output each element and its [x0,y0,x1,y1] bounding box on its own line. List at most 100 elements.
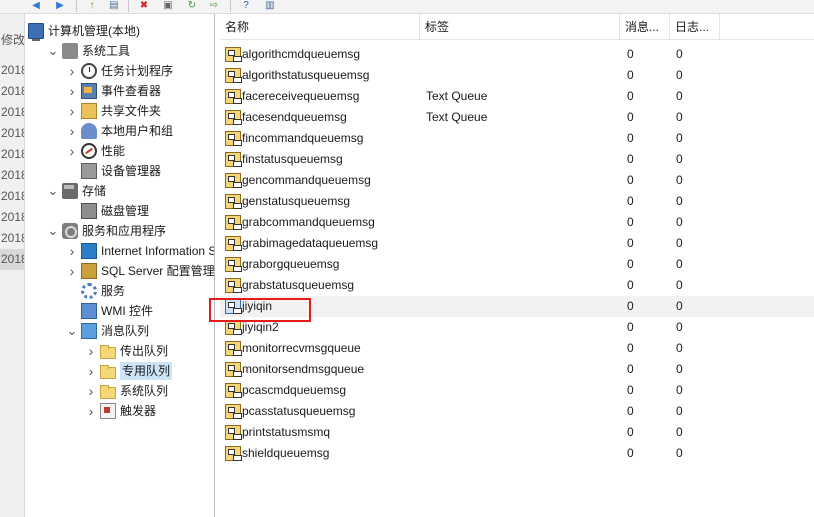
tree-node[interactable]: 磁盘管理 [66,201,149,221]
delete-icon[interactable]: ✖ [136,0,152,12]
column-header-name[interactable]: 名称 [220,14,420,40]
back-arrow-icon[interactable]: ◀ [28,0,44,12]
tree-node[interactable]: › 系统队列 [85,381,168,401]
tree-node[interactable]: › SQL Server 配置管理器 [66,261,214,281]
queue-row[interactable]: graborgqueuemsg 0 0 [220,254,814,275]
chevron-right-icon[interactable]: › [66,63,78,79]
queue-row[interactable]: pcascmdqueuemsg 0 0 [220,380,814,401]
queue-row[interactable]: facesendqueuemsg Text Queue 0 0 [220,107,814,128]
chevron-right-icon[interactable]: › [85,403,97,419]
tree-node[interactable]: › 事件查看器 [66,81,161,101]
queue-label [426,65,616,86]
queue-row[interactable]: grabcommandqueuemsg 0 0 [220,212,814,233]
column-header-label[interactable]: 标签 [420,14,620,40]
partial-date-cell: 2018 [1,126,24,140]
tree-node-label: 性能 [101,144,126,158]
queue-row[interactable]: facereceivequeuemsg Text Queue 0 0 [220,86,814,107]
tree-node-label: 传出队列 [120,344,169,358]
tree-node[interactable]: › Internet Information Services (IIS)管理器 [66,241,214,261]
properties-icon[interactable]: ▣ [160,0,176,12]
journal-count: 0 [676,89,683,103]
tree-node[interactable]: ⌄ 存储 [47,181,106,201]
tree-node[interactable]: › 传出队列 [85,341,168,361]
chevron-right-icon[interactable]: › [66,143,78,159]
tree-node-label: 存储 [82,184,107,198]
message-count: 0 [627,446,634,460]
chevron-right-icon[interactable]: › [85,343,97,359]
tree-node[interactable]: 设备管理器 [66,161,161,181]
performance-icon [81,143,97,159]
tree-node[interactable]: › 共享文件夹 [66,101,161,121]
tree-node[interactable]: › 专用队列 [85,361,173,381]
chevron-down-icon[interactable]: ⌄ [66,324,78,337]
queue-label [426,233,616,254]
queue-row[interactable]: pcasstatusqueuemsg 0 0 [220,401,814,422]
queue-name: genstatusqueuemsg [242,194,351,208]
queue-row[interactable]: genstatusqueuemsg 0 0 [220,191,814,212]
queue-row[interactable]: printstatusmsmq 0 0 [220,422,814,443]
tree-node[interactable]: ⌄ 服务和应用程序 [47,221,166,241]
trigger-icon [100,403,116,419]
queue-icon [225,236,242,251]
queue-name: gencommandqueuemsg [242,173,371,187]
show-action-pane-icon[interactable]: ▥ [262,0,278,12]
queue-row[interactable]: algorithcmdqueuemsg 0 0 [220,44,814,65]
chevron-down-icon[interactable]: ⌄ [47,224,59,237]
tree-node[interactable]: › 任务计划程序 [66,61,173,81]
tree-node[interactable]: › 触发器 [85,401,156,421]
queue-row[interactable]: jiyiqin2 0 0 [220,317,814,338]
column-header-journal[interactable]: 日志... [670,14,720,40]
up-folder-icon[interactable]: ↑ [84,0,100,12]
refresh-icon[interactable]: ↻ [184,0,200,12]
queue-icon [225,425,242,440]
queue-row[interactable]: shieldqueuemsg 0 0 [220,443,814,464]
tree-node[interactable]: 服务 [66,281,125,301]
queue-row[interactable]: finstatusqueuemsg 0 0 [220,149,814,170]
queue-row[interactable]: grabimagedataqueuemsg 0 0 [220,233,814,254]
tree-node[interactable]: ⌄ 系统工具 [47,41,130,61]
message-count: 0 [627,89,634,103]
tree-node[interactable]: WMI 控件 [66,301,153,321]
tree-node-label: 任务计划程序 [101,64,174,78]
queue-row[interactable]: algorithstatusqueuemsg 0 0 [220,65,814,86]
message-count: 0 [627,341,634,355]
computer-icon [28,23,44,41]
forward-arrow-icon[interactable]: ▶ [52,0,68,12]
tree-node[interactable]: ⌄ 消息队列 [66,321,149,341]
column-header-messages[interactable]: 消息... [620,14,670,40]
queue-row[interactable]: jiyiqin 0 0 [220,296,814,317]
chevron-down-icon[interactable]: ⌄ [47,44,59,57]
event-viewer-icon [81,83,97,99]
chevron-right-icon[interactable]: › [85,363,97,379]
message-count: 0 [627,362,634,376]
toolbar-separator [128,0,129,12]
queue-row[interactable]: grabstatusqueuemsg 0 0 [220,275,814,296]
queue-label [426,296,616,317]
journal-count: 0 [676,425,683,439]
queue-icon [225,446,242,461]
export-list-icon[interactable]: ⇨ [206,0,222,12]
queue-icon [225,404,242,419]
chevron-right-icon[interactable]: › [66,243,78,259]
chevron-down-icon[interactable]: ⌄ [47,184,59,197]
queue-row[interactable]: gencommandqueuemsg 0 0 [220,170,814,191]
queue-row[interactable]: fincommandqueuemsg 0 0 [220,128,814,149]
tree-node[interactable]: › 性能 [66,141,125,161]
show-hide-tree-icon[interactable]: ▤ [106,0,122,12]
chevron-right-icon[interactable]: › [85,383,97,399]
chevron-right-icon[interactable]: › [66,263,78,279]
chevron-right-icon[interactable]: › [66,123,78,139]
tree-node[interactable]: › 本地用户和组 [66,121,173,141]
message-count: 0 [627,131,634,145]
queue-name: grabcommandqueuemsg [242,215,375,229]
wmi-icon [81,303,97,319]
tree-node[interactable]: 计算机管理(本地) [28,21,140,41]
queue-row[interactable]: monitorrecvmsgqueue 0 0 [220,338,814,359]
queue-name: monitorsendmsgqueue [242,362,365,376]
chevron-right-icon[interactable]: › [66,103,78,119]
queue-name: grabstatusqueuemsg [242,278,355,292]
queue-row[interactable]: monitorsendmsgqueue 0 0 [220,359,814,380]
chevron-right-icon[interactable]: › [66,83,78,99]
queue-label [426,275,616,296]
help-icon[interactable]: ? [238,0,254,12]
